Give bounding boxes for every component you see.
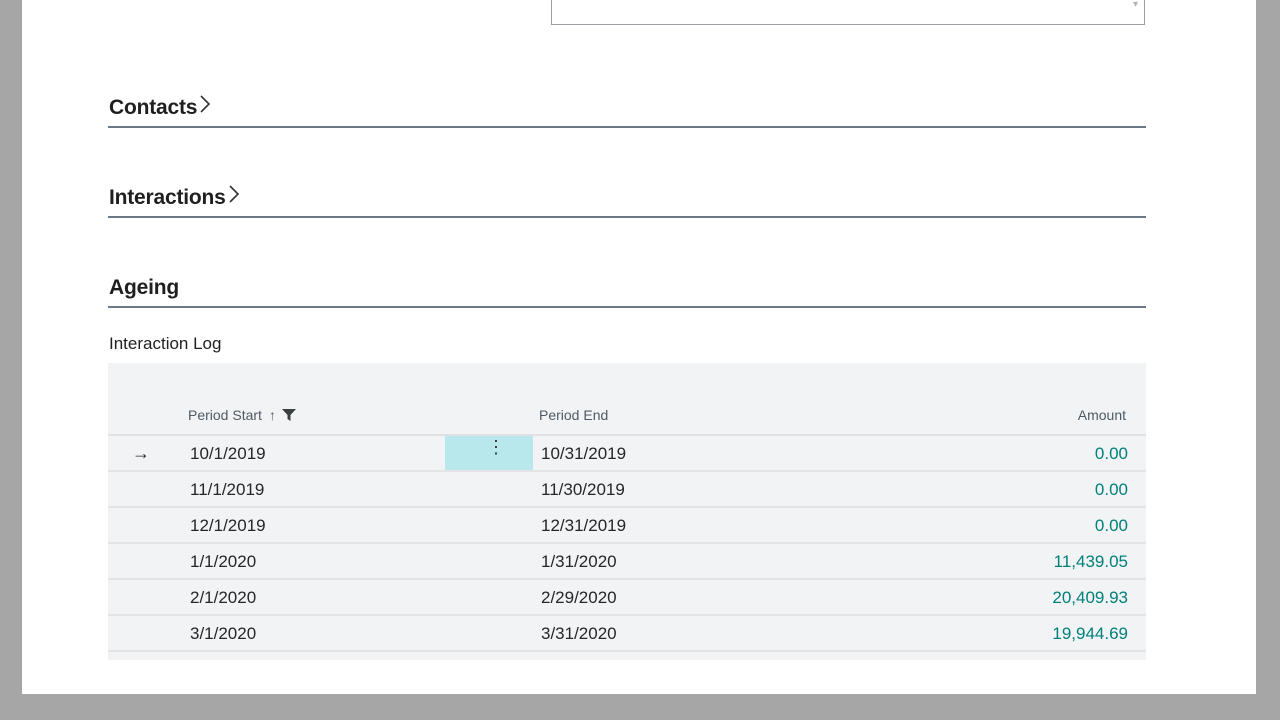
cell-period-end[interactable]: 12/31/2019 [541,516,626,536]
cell-period-end[interactable]: 2/29/2020 [541,588,617,608]
cell-period-start[interactable]: 11/1/2019 [190,480,264,500]
cell-period-start[interactable]: 10/1/2019 [190,444,266,464]
table-row[interactable]: 11/1/2019 11/30/2019 0.00 [108,472,1146,508]
column-header-period-end[interactable]: Period End [539,407,608,423]
table-row[interactable]: → 10/1/2019 ⋮ 10/31/2019 0.00 [108,436,1146,472]
cell-amount-link[interactable]: 0.00 [1095,480,1128,500]
cell-period-end[interactable]: 10/31/2019 [541,444,626,464]
column-header-amount[interactable]: Amount [1078,407,1126,423]
cell-period-start[interactable]: 2/1/2020 [190,588,256,608]
row-actions-cell[interactable]: ⋮ [445,436,533,470]
fasttab-interactions-header[interactable]: Interactions [109,184,240,210]
cell-amount-link[interactable]: 0.00 [1095,516,1128,536]
chevron-down-icon: ▾ [1132,0,1138,10]
chevron-right-icon [199,94,211,120]
row-arrow-icon: → [132,443,150,463]
cell-amount-link[interactable]: 20,409.93 [1052,588,1128,608]
fasttab-ageing[interactable]: Ageing [108,274,1146,308]
more-options-icon[interactable]: ⋮ [487,438,505,456]
cell-period-end[interactable]: 1/31/2020 [541,552,617,572]
fasttab-contacts-title: Contacts [109,96,198,119]
part-title-interaction-log: Interaction Log [109,334,222,353]
fasttab-contacts[interactable]: Contacts [108,94,1146,128]
fasttab-interactions-title: Interactions [109,186,226,209]
cell-period-start[interactable]: 12/1/2019 [190,516,266,536]
cell-period-end[interactable]: 11/30/2019 [541,480,625,500]
cell-amount-link[interactable]: 0.00 [1095,444,1128,464]
cell-period-start[interactable]: 3/1/2020 [190,624,256,644]
page-sheet: ▾ Contacts Interactions Ageing Interacti… [22,0,1256,694]
previous-field-bottom[interactable]: ▾ [551,0,1145,25]
cell-period-start[interactable]: 1/1/2020 [190,552,256,572]
cell-amount-link[interactable]: 19,944.69 [1052,624,1128,644]
cell-amount-link[interactable]: 11,439.05 [1054,552,1128,572]
fasttab-ageing-title[interactable]: Ageing [109,276,179,300]
chevron-right-icon [228,184,240,210]
cell-period-end[interactable]: 3/31/2020 [541,624,617,644]
table-row[interactable]: 2/1/2020 2/29/2020 20,409.93 [108,580,1146,616]
column-header-period-start[interactable]: Period Start ↑ [188,407,296,424]
table-row[interactable]: 1/1/2020 1/31/2020 11,439.05 [108,544,1146,580]
grid-rows: → 10/1/2019 ⋮ 10/31/2019 0.00 11/1/2019 … [108,436,1146,652]
fasttab-interactions[interactable]: Interactions [108,184,1146,218]
filter-icon[interactable] [281,408,296,424]
interaction-log-grid: Period Start ↑ Period End Amount → 10/1/… [108,363,1146,660]
column-header-period-start-label: Period Start [188,407,262,423]
fasttab-contacts-header[interactable]: Contacts [109,94,211,120]
grid-header: Period Start ↑ Period End Amount [108,363,1146,436]
sort-ascending-icon: ↑ [268,407,276,423]
table-row[interactable]: 12/1/2019 12/31/2019 0.00 [108,508,1146,544]
table-row[interactable]: 3/1/2020 3/31/2020 19,944.69 [108,616,1146,652]
